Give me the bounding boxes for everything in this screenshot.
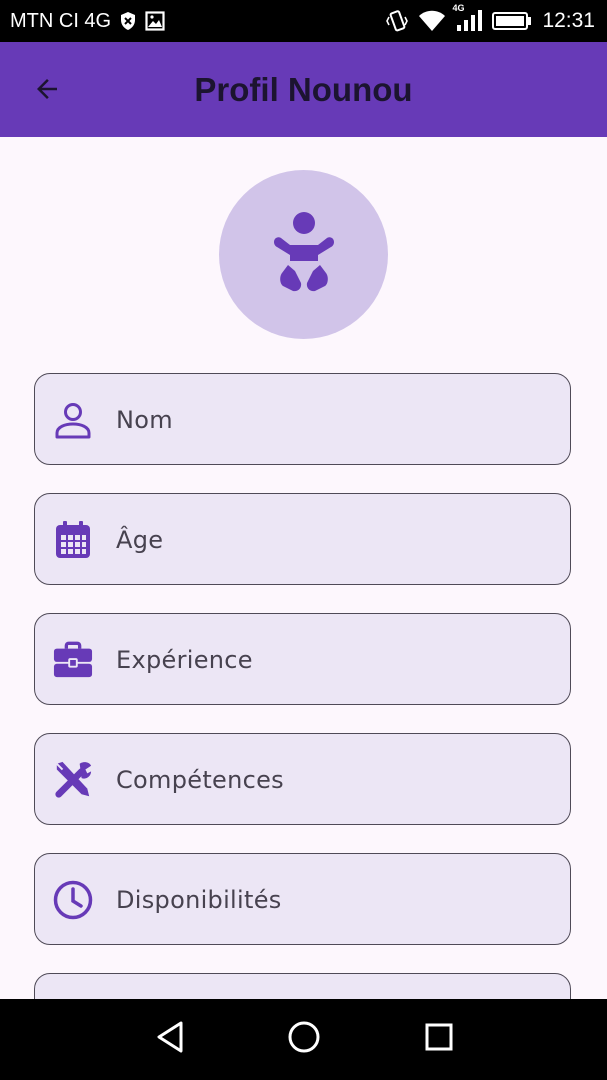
age-field[interactable]: Âge — [34, 493, 571, 585]
nom-field[interactable]: Nom — [34, 373, 571, 465]
nav-recents-button[interactable] — [419, 1019, 459, 1059]
wifi-icon — [418, 10, 446, 32]
calendar-icon — [53, 520, 93, 560]
signal-icon: 4G — [452, 3, 483, 32]
home-circle-icon — [287, 1020, 321, 1058]
experience-field-label: Expérience — [116, 646, 253, 674]
nav-home-button[interactable] — [284, 1019, 324, 1059]
competences-field-label: Compétences — [116, 766, 284, 794]
briefcase-icon — [53, 640, 93, 680]
image-icon — [145, 11, 165, 31]
experience-field[interactable]: Expérience — [34, 613, 571, 705]
system-nav-bar — [0, 999, 607, 1080]
disponibilites-field[interactable]: Disponibilités — [34, 853, 571, 945]
next-field-partial[interactable] — [34, 973, 571, 999]
disponibilites-field-label: Disponibilités — [116, 886, 282, 914]
competences-field[interactable]: Compétences — [34, 733, 571, 825]
shield-x-icon — [119, 11, 137, 31]
profile-content: Nom Âge Expérience Compétences Disponibi… — [0, 137, 607, 999]
status-bar: MTN CI 4G 4G 12:31 — [0, 0, 607, 42]
person-icon — [53, 400, 93, 440]
nom-field-label: Nom — [116, 406, 173, 434]
clock-icon — [53, 880, 93, 920]
page-title: Profil Nounou — [194, 71, 413, 108]
avatar — [219, 170, 388, 339]
age-field-label: Âge — [116, 526, 164, 554]
recents-square-icon — [424, 1022, 454, 1056]
baby-icon — [272, 211, 336, 299]
vibrate-icon — [386, 9, 409, 33]
battery-icon — [492, 11, 532, 31]
carrier-label: MTN CI 4G — [10, 9, 112, 32]
clock-time: 12:31 — [542, 9, 595, 32]
arrow-left-icon — [32, 74, 62, 108]
nav-back-button[interactable] — [150, 1019, 190, 1059]
back-button[interactable] — [24, 68, 70, 114]
tools-icon — [53, 760, 93, 800]
app-bar: Profil Nounou — [0, 42, 607, 137]
network-badge: 4G — [452, 3, 465, 13]
back-triangle-icon — [155, 1020, 185, 1058]
